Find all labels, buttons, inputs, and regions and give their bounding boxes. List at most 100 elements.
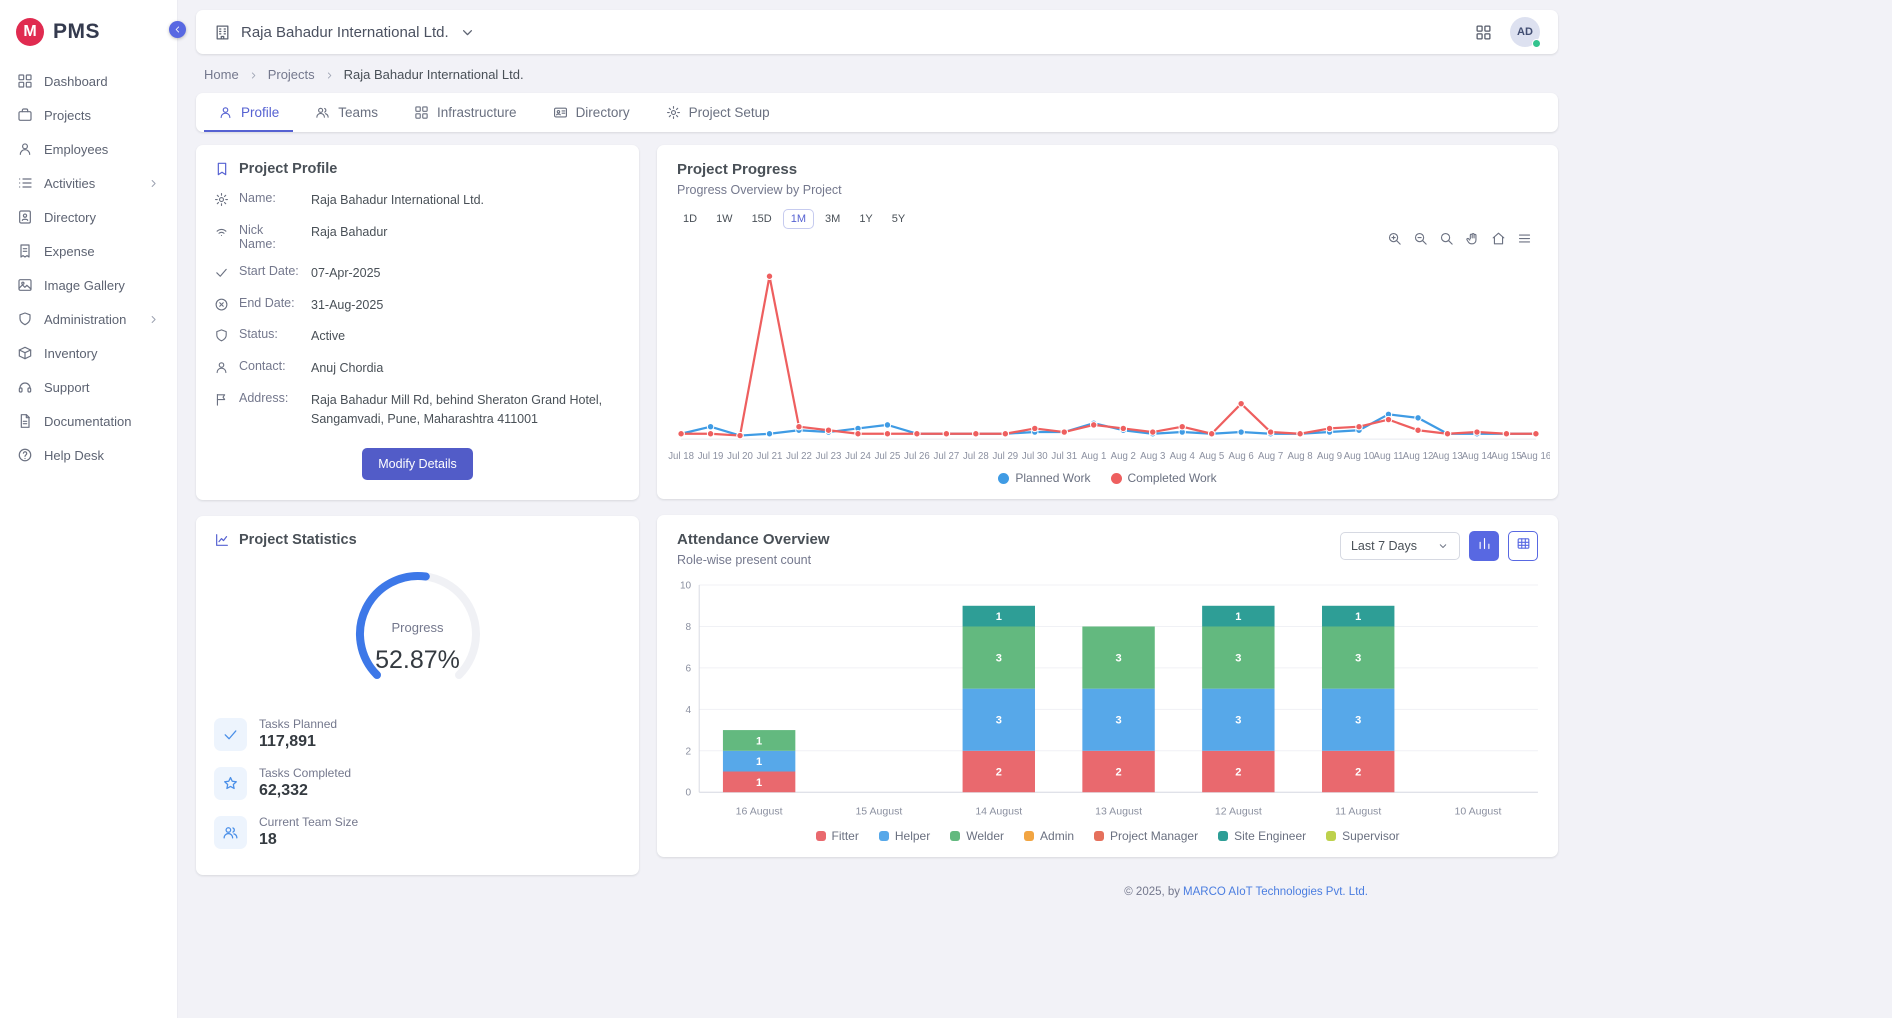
bar-chart-legend: Fitter Helper Welder Admin Project Manager Si… xyxy=(657,825,1558,857)
tab-infrastructure[interactable]: Infrastructure xyxy=(400,93,531,132)
check-icon xyxy=(214,718,247,751)
sidebar-item-inventory[interactable]: Inventory xyxy=(0,336,177,370)
svg-text:2: 2 xyxy=(996,767,1002,779)
tab-profile[interactable]: Profile xyxy=(204,93,293,132)
stat-tasks-planned: Tasks Planned 117,891 xyxy=(214,717,621,751)
range-15d-button[interactable]: 15D xyxy=(744,209,780,229)
attendance-controls: Last 7 Days xyxy=(1340,531,1538,561)
range-1y-button[interactable]: 1Y xyxy=(851,209,880,229)
tab-project-setup[interactable]: Project Setup xyxy=(652,93,784,132)
sidebar: M PMS Dashboard Projects Employees Activ… xyxy=(0,0,178,1018)
legend-color-dot xyxy=(1024,831,1034,841)
legend-item-helper[interactable]: Helper xyxy=(879,829,930,843)
app-logo[interactable]: M PMS xyxy=(0,12,177,64)
chevron-down-icon xyxy=(1437,540,1449,552)
user-icon xyxy=(17,141,33,157)
sidebar-item-employees[interactable]: Employees xyxy=(0,132,177,166)
svg-text:15 August: 15 August xyxy=(855,806,902,818)
attendance-bar-chart[interactable]: 024681011116 August15 August233114 Augus… xyxy=(657,569,1558,824)
legend-item-site-engineer[interactable]: Site Engineer xyxy=(1218,829,1306,843)
footer-company-link[interactable]: MARCO AIoT Technologies Pvt. Ltd. xyxy=(1183,886,1368,898)
progress-line-chart[interactable]: Jul 18Jul 19Jul 20Jul 21Jul 22Jul 23Jul … xyxy=(657,246,1558,467)
modify-details-button[interactable]: Modify Details xyxy=(362,448,473,480)
svg-text:Jul 27: Jul 27 xyxy=(934,451,960,462)
svg-text:Aug 14: Aug 14 xyxy=(1462,451,1493,462)
svg-text:11 August: 11 August xyxy=(1335,806,1381,818)
legend-item-completed-work[interactable]: Completed Work xyxy=(1111,471,1217,485)
stat-team-size: Current Team Size 18 xyxy=(214,815,621,849)
field-value: Active xyxy=(311,327,621,346)
chart-view-toggle[interactable] xyxy=(1469,531,1499,561)
legend-item-supervisor[interactable]: Supervisor xyxy=(1326,829,1399,843)
breadcrumb-projects[interactable]: Projects xyxy=(268,67,315,82)
chart-menu-icon[interactable] xyxy=(1517,231,1532,246)
company-selector[interactable]: Raja Bahadur International Ltd. xyxy=(214,24,476,41)
sidebar-item-label: Directory xyxy=(44,210,160,225)
sidebar-item-administration[interactable]: Administration xyxy=(0,302,177,336)
profile-field-name: Name: Raja Bahadur International Ltd. xyxy=(214,191,621,210)
legend-item-admin[interactable]: Admin xyxy=(1024,829,1074,843)
legend-item-project-manager[interactable]: Project Manager xyxy=(1094,829,1198,843)
sidebar-collapse-button[interactable] xyxy=(169,21,186,38)
logo-text: PMS xyxy=(53,20,100,44)
users-icon xyxy=(214,816,247,849)
sidebar-item-help-desk[interactable]: Help Desk xyxy=(0,438,177,472)
range-1d-button[interactable]: 1D xyxy=(675,209,705,229)
range-3m-button[interactable]: 3M xyxy=(817,209,848,229)
legend-color-dot xyxy=(1326,831,1336,841)
table-view-toggle[interactable] xyxy=(1508,531,1538,561)
card-title: Project Profile xyxy=(239,161,337,177)
reset-zoom-icon[interactable] xyxy=(1491,231,1506,246)
user-avatar[interactable]: AD xyxy=(1510,17,1540,47)
field-label: Address: xyxy=(239,391,301,405)
zoom-out-icon[interactable] xyxy=(1413,231,1428,246)
zoom-in-icon[interactable] xyxy=(1387,231,1402,246)
tab-directory[interactable]: Directory xyxy=(539,93,644,132)
svg-text:Aug 1: Aug 1 xyxy=(1081,451,1106,462)
sidebar-item-directory[interactable]: Directory xyxy=(0,200,177,234)
sidebar-item-image-gallery[interactable]: Image Gallery xyxy=(0,268,177,302)
breadcrumb-home[interactable]: Home xyxy=(204,67,239,82)
field-value: 31-Aug-2025 xyxy=(311,296,621,315)
tab-teams[interactable]: Teams xyxy=(301,93,392,132)
svg-text:1: 1 xyxy=(1355,611,1361,623)
profile-field-start-date: Start Date: 07-Apr-2025 xyxy=(214,264,621,283)
legend-item-welder[interactable]: Welder xyxy=(950,829,1004,843)
date-range-select[interactable]: Last 7 Days xyxy=(1340,532,1460,560)
box-icon xyxy=(17,345,33,361)
sidebar-item-dashboard[interactable]: Dashboard xyxy=(0,64,177,98)
dashboard-icon xyxy=(17,73,33,89)
legend-item-fitter[interactable]: Fitter xyxy=(816,829,859,843)
legend-color-dot xyxy=(1094,831,1104,841)
sidebar-item-documentation[interactable]: Documentation xyxy=(0,404,177,438)
svg-text:Aug 4: Aug 4 xyxy=(1170,451,1196,462)
svg-text:2: 2 xyxy=(1235,767,1241,779)
range-1w-button[interactable]: 1W xyxy=(708,209,741,229)
profile-field-end-date: End Date: 31-Aug-2025 xyxy=(214,296,621,315)
svg-text:Jul 26: Jul 26 xyxy=(904,451,930,462)
svg-text:Jul 24: Jul 24 xyxy=(845,451,871,462)
progress-gauge: Progress 52.87% xyxy=(323,562,513,701)
sidebar-item-activities[interactable]: Activities xyxy=(0,166,177,200)
range-5y-button[interactable]: 5Y xyxy=(884,209,913,229)
company-name: Raja Bahadur International Ltd. xyxy=(241,24,449,41)
pan-icon[interactable] xyxy=(1465,231,1480,246)
sidebar-nav: Dashboard Projects Employees Activities … xyxy=(0,64,177,472)
x-circle-icon xyxy=(214,297,229,312)
image-icon xyxy=(17,277,33,293)
range-1m-button[interactable]: 1M xyxy=(783,209,814,229)
sidebar-item-expense[interactable]: Expense xyxy=(0,234,177,268)
selection-zoom-icon[interactable] xyxy=(1439,231,1454,246)
sidebar-item-projects[interactable]: Projects xyxy=(0,98,177,132)
select-value: Last 7 Days xyxy=(1351,539,1417,553)
apps-grid-icon[interactable] xyxy=(1475,24,1492,41)
svg-text:Jul 28: Jul 28 xyxy=(963,451,989,462)
svg-text:10: 10 xyxy=(680,581,692,592)
field-label: Nick Name: xyxy=(239,223,301,251)
legend-item-planned-work[interactable]: Planned Work xyxy=(998,471,1090,485)
sidebar-item-support[interactable]: Support xyxy=(0,370,177,404)
receipt-icon xyxy=(17,243,33,259)
stat-tasks-completed: Tasks Completed 62,332 xyxy=(214,766,621,800)
sidebar-item-label: Dashboard xyxy=(44,74,160,89)
svg-text:Aug 10: Aug 10 xyxy=(1344,451,1375,462)
